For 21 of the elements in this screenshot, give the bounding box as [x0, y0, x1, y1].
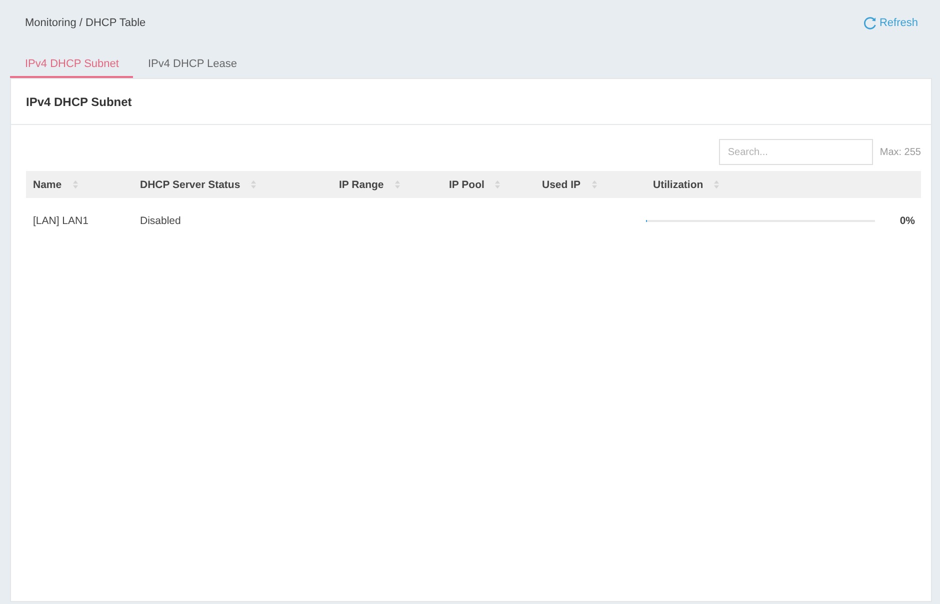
sort-icon[interactable] [592, 180, 597, 189]
panel-title: IPv4 DHCP Subnet [26, 94, 132, 108]
sort-icon[interactable] [72, 180, 78, 189]
search-field[interactable]: Search... [718, 139, 873, 165]
utilization-reading: 0% [898, 215, 915, 227]
sort-icon[interactable] [714, 180, 720, 189]
column-header[interactable]: Name [33, 178, 62, 190]
max-note: Max: 255 [880, 146, 921, 158]
tab[interactable]: IPv4 DHCP Lease [132, 58, 252, 78]
sort-icon[interactable] [251, 180, 256, 189]
breadcrumb: Monitoring / DHCP Table [25, 17, 146, 29]
refresh-icon [863, 16, 878, 30]
column-header[interactable]: DHCP Server Status [140, 178, 240, 190]
column-header[interactable]: IP Pool [449, 178, 484, 190]
table-cell: Disabled [140, 215, 181, 227]
sort-icon[interactable] [394, 180, 400, 189]
column-header[interactable]: IP Range [339, 178, 384, 190]
column-header[interactable]: Used IP [542, 178, 581, 190]
column-header[interactable]: Utilization [653, 178, 704, 190]
sort-icon[interactable] [495, 180, 500, 189]
table-cell: [LAN] LAN1 [33, 215, 88, 227]
